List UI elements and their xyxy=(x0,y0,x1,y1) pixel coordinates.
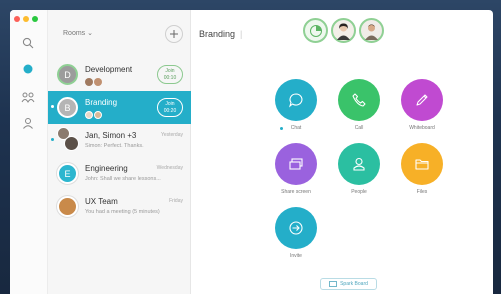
rooms-title: Rooms xyxy=(63,30,86,37)
join-button[interactable]: Join 00:20 xyxy=(157,98,183,117)
rooms-filter-dropdown[interactable]: Rooms ⌄ xyxy=(63,29,93,37)
share-screen-label: Share screen xyxy=(281,189,311,195)
unread-indicator xyxy=(51,138,54,141)
chevron-down-icon: ⌄ xyxy=(87,30,94,37)
avatar xyxy=(64,136,79,151)
space-view: Branding | Chat Call Whiteboard Share sc… xyxy=(191,10,493,294)
room-item-branding[interactable]: B Branding Join 00:20 xyxy=(48,91,191,124)
invite-arrow-icon xyxy=(289,221,303,235)
rooms-nav-icon[interactable] xyxy=(19,60,37,78)
timestamp: Yesterday xyxy=(160,132,183,138)
avatar xyxy=(57,196,78,217)
people-label: People xyxy=(351,189,367,195)
chat-label: Chat xyxy=(290,125,302,131)
room-name: Engineering xyxy=(85,164,128,173)
avatar: E xyxy=(57,163,78,184)
room-item-jan-simon[interactable]: Jan, Simon +3 Yesterday Simon: Perfect. … xyxy=(48,124,191,157)
board-icon xyxy=(329,281,337,287)
avatar: B xyxy=(57,97,78,118)
screen-share-icon xyxy=(289,158,303,170)
share-screen-button[interactable] xyxy=(275,143,317,185)
avatar: D xyxy=(57,64,78,85)
timestamp: Wednesday xyxy=(156,165,183,171)
whiteboard-button[interactable] xyxy=(401,79,443,121)
teams-nav-icon[interactable] xyxy=(19,88,37,106)
timestamp: Friday xyxy=(169,198,183,204)
unread-indicator xyxy=(51,105,54,108)
participant-avatar xyxy=(94,78,102,86)
folder-icon xyxy=(415,159,429,170)
search-icon[interactable] xyxy=(19,34,37,52)
meeting-timer-icon[interactable] xyxy=(303,18,328,43)
last-message: John: Shall we share lessons... xyxy=(85,176,161,182)
rooms-panel: Rooms ⌄ D Development Join 00:10 B Brandi… xyxy=(48,10,191,294)
app-window: Rooms ⌄ D Development Join 00:10 B Brandi… xyxy=(10,10,493,294)
zoom-window-button[interactable] xyxy=(32,16,38,22)
chat-icon xyxy=(288,93,303,108)
room-item-development[interactable]: D Development Join 00:10 xyxy=(48,58,191,91)
person-icon xyxy=(353,157,365,171)
participant-avatar[interactable] xyxy=(331,18,356,43)
close-window-button[interactable] xyxy=(14,16,20,22)
room-name: Jan, Simon +3 xyxy=(85,131,137,140)
participants-bar xyxy=(303,18,384,43)
call-label: Call xyxy=(354,125,364,131)
rooms-header: Rooms ⌄ xyxy=(48,10,191,56)
participant-avatar xyxy=(85,111,93,119)
room-name: UX Team xyxy=(85,197,118,206)
pencil-icon xyxy=(416,94,428,106)
invite-button[interactable] xyxy=(275,207,317,249)
whiteboard-label: Whiteboard xyxy=(409,125,435,131)
invite-label: Invite xyxy=(290,253,302,259)
last-message: Simon: Perfect. Thanks. xyxy=(85,143,144,149)
room-name: Branding xyxy=(85,98,118,107)
contacts-nav-icon[interactable] xyxy=(19,114,37,132)
phone-icon xyxy=(352,93,366,107)
files-button[interactable] xyxy=(401,143,443,185)
room-name: Development xyxy=(85,65,133,74)
call-button[interactable] xyxy=(338,79,380,121)
room-item-engineering[interactable]: E Engineering Wednesday John: Shall we s… xyxy=(48,157,191,190)
participant-avatar xyxy=(94,111,102,119)
chat-button[interactable] xyxy=(275,79,317,121)
join-button[interactable]: Join 00:10 xyxy=(157,65,183,84)
last-message: You had a meeting (5 minutes) xyxy=(85,209,160,215)
spark-board-button[interactable]: Spark Board xyxy=(320,278,377,290)
window-controls xyxy=(14,16,38,22)
nav-rail xyxy=(10,10,48,294)
minimize-window-button[interactable] xyxy=(23,16,29,22)
page-title: Branding xyxy=(199,29,236,39)
files-label: Files xyxy=(416,189,428,195)
room-item-ux-team[interactable]: UX Team Friday You had a meeting (5 minu… xyxy=(48,190,191,223)
add-room-button[interactable] xyxy=(165,25,183,43)
people-button[interactable] xyxy=(338,143,380,185)
plus-icon xyxy=(170,30,178,38)
spark-board-label: Spark Board xyxy=(340,281,368,287)
participant-avatar xyxy=(85,78,93,86)
participant-avatar[interactable] xyxy=(359,18,384,43)
title-divider: | xyxy=(240,29,243,39)
